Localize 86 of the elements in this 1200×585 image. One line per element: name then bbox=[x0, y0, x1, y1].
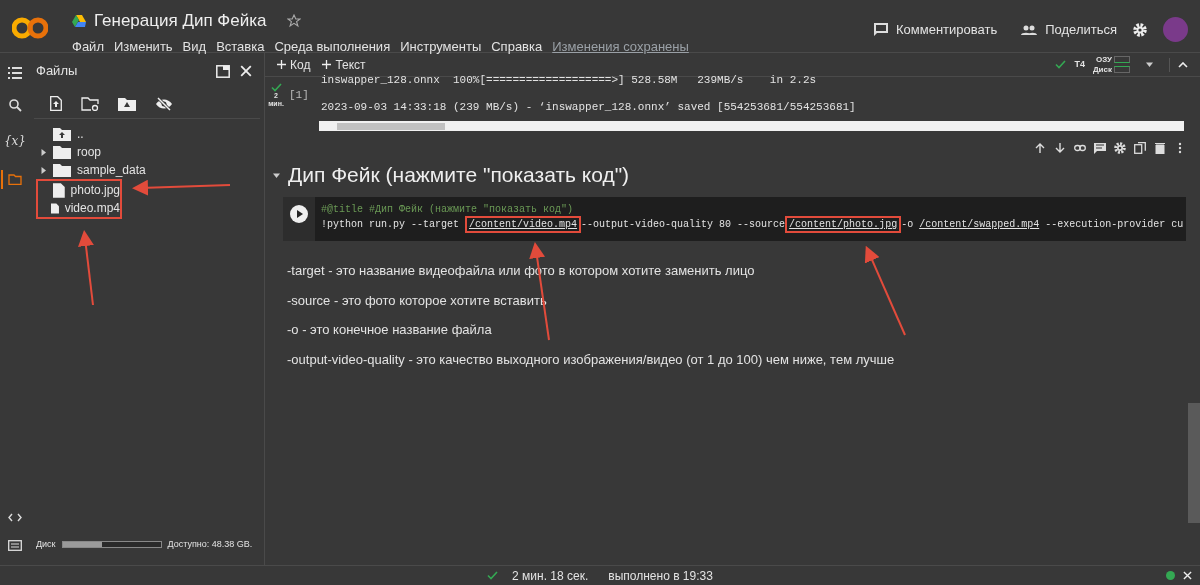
plus-icon bbox=[322, 60, 332, 69]
run-duration: 2 мин. 18 сек. bbox=[512, 567, 589, 585]
folder-refresh-icon[interactable] bbox=[81, 96, 99, 111]
people-icon bbox=[1021, 24, 1038, 35]
comment-icon bbox=[874, 23, 888, 36]
section-heading: Дип Фейк (нажмите "показать код") bbox=[288, 162, 630, 189]
vertical-scrollbar[interactable] bbox=[1188, 403, 1200, 523]
upload-file-icon[interactable] bbox=[50, 96, 62, 111]
horizontal-scrollbar[interactable] bbox=[319, 121, 1184, 131]
file-tree-item[interactable]: video.mp4 bbox=[36, 199, 122, 219]
ram-label: ОЗУ bbox=[1096, 54, 1112, 65]
menu-item[interactable]: Файл bbox=[72, 36, 104, 56]
code-text: /content/photo.jpg bbox=[785, 216, 902, 233]
code-text: !python run.py --target bbox=[321, 218, 461, 231]
code-icon[interactable] bbox=[8, 513, 22, 522]
execution-count: [1] bbox=[288, 88, 310, 103]
note-text: -o - это конечное название файла bbox=[287, 321, 493, 339]
disk-free-label: Доступно: 48.38 GB. bbox=[167, 537, 253, 551]
file-tree-item[interactable]: roop bbox=[40, 143, 264, 161]
file-tree-item[interactable]: .. bbox=[40, 125, 264, 143]
terminal-icon[interactable] bbox=[8, 540, 22, 551]
disk-meter bbox=[1114, 66, 1130, 73]
move-up-icon[interactable] bbox=[1034, 142, 1046, 154]
ram-meter bbox=[1114, 56, 1130, 63]
settings-icon[interactable] bbox=[1114, 142, 1126, 154]
variables-icon[interactable]: {x} bbox=[3, 132, 26, 150]
menu-item[interactable]: Изменить bbox=[113, 36, 173, 56]
plus-icon bbox=[277, 60, 286, 69]
code-text: --execution-provider cu bbox=[1044, 218, 1184, 231]
code-text: /content/video.mp4 bbox=[465, 216, 582, 233]
expand-caret-icon[interactable] bbox=[40, 148, 47, 156]
output-line: 2023-09-03 14:33:18 (239 MB/s) - ‘inswapper_128.onnx’ saved [554253681/554253681] bbox=[321, 99, 857, 115]
menu-item[interactable]: Справка bbox=[491, 36, 543, 56]
save-status-link[interactable]: Изменения сохранены bbox=[552, 36, 689, 56]
note-text: -output-video-quality - это качество выходного изображения/видео (от 1 до 100) чем ниже, тем лучше bbox=[287, 350, 896, 369]
window-icon[interactable] bbox=[216, 64, 230, 78]
drive-icon bbox=[72, 14, 86, 27]
folder-icon bbox=[53, 163, 71, 177]
completion-time: выполнено в 19:33 bbox=[608, 567, 713, 585]
check-icon bbox=[1055, 60, 1067, 69]
panel-title: Файлы bbox=[36, 62, 78, 81]
disk-label: Диск bbox=[1092, 64, 1112, 75]
delete-icon[interactable] bbox=[1154, 142, 1166, 154]
collapse-icon[interactable] bbox=[1178, 61, 1188, 68]
menu-icon[interactable] bbox=[8, 67, 22, 79]
code-comment: #@title #Дип Фейк (нажмите "показать код") bbox=[321, 203, 575, 216]
run-button[interactable] bbox=[290, 205, 308, 223]
close-icon[interactable] bbox=[240, 65, 252, 77]
document-title[interactable]: Генерация Дип Фейка bbox=[94, 8, 267, 34]
close-icon[interactable] bbox=[1183, 571, 1192, 580]
upload-folder-icon bbox=[53, 127, 71, 141]
hidden-eye-icon[interactable] bbox=[155, 96, 173, 111]
move-down-icon[interactable] bbox=[1054, 142, 1066, 154]
output-line: inswapper_128.onnx 100%[===================>] 528.58M 239MB/s in 2.2s bbox=[321, 73, 818, 88]
drive-folder-icon[interactable] bbox=[118, 96, 136, 111]
search-icon[interactable] bbox=[8, 99, 22, 112]
add-code-button[interactable]: Код bbox=[277, 55, 311, 74]
comment-icon[interactable] bbox=[1094, 142, 1106, 154]
folder-icon[interactable] bbox=[7, 174, 22, 185]
code-text: /content/swapped.mp4 bbox=[919, 218, 1040, 231]
collapse-caret-icon[interactable] bbox=[273, 171, 280, 179]
menu-item[interactable]: Среда выполнения bbox=[274, 36, 391, 56]
code-text: -o bbox=[901, 218, 915, 231]
menu-item[interactable]: Вид bbox=[182, 36, 207, 56]
connection-status-icon bbox=[1166, 571, 1175, 580]
file-icon bbox=[52, 182, 65, 198]
dropdown-icon[interactable] bbox=[1146, 61, 1153, 68]
check-icon bbox=[487, 571, 499, 580]
runtime-label[interactable]: T4 bbox=[1074, 57, 1085, 72]
menu-item[interactable]: Инструменты bbox=[400, 36, 482, 56]
folder-icon bbox=[53, 145, 71, 159]
menu-item[interactable]: Вставка bbox=[216, 36, 265, 56]
disk-label: Диск bbox=[36, 537, 56, 551]
link-icon[interactable] bbox=[1074, 142, 1086, 154]
code-text: --output-video-quality 80 --source bbox=[581, 218, 786, 231]
file-tree-item[interactable]: photo.jpg bbox=[36, 179, 122, 199]
star-icon[interactable] bbox=[286, 13, 301, 28]
add-text-button[interactable]: Текст bbox=[322, 55, 366, 74]
expand-caret-icon[interactable] bbox=[40, 166, 47, 174]
check-icon bbox=[270, 83, 282, 92]
settings-icon[interactable] bbox=[1133, 22, 1147, 37]
comment-button[interactable]: Комментировать bbox=[874, 19, 998, 40]
logo-icon[interactable] bbox=[12, 16, 48, 40]
share-button[interactable]: Поделиться bbox=[1021, 19, 1117, 40]
mirror-cell-icon[interactable] bbox=[1134, 142, 1146, 154]
file-tree-item[interactable]: sample_data bbox=[40, 161, 264, 179]
